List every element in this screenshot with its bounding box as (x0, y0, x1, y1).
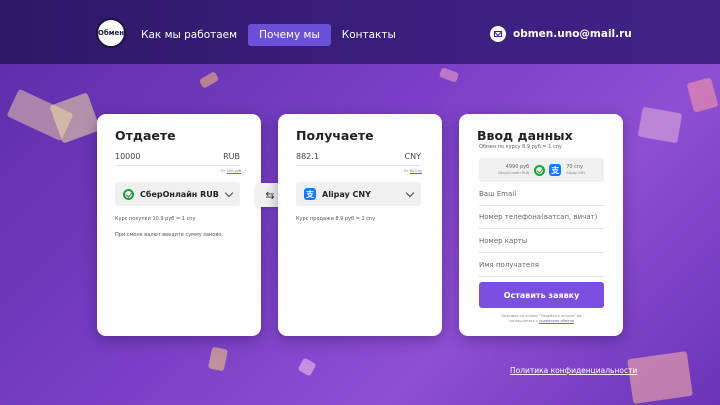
give-rate: Курс покупки 10.9 руб = 1 cny (115, 216, 196, 222)
form-subtitle: Обмен по курсу 8.9 руб = 1 cny (479, 144, 562, 150)
sber-icon (534, 164, 546, 176)
privacy-policy-link[interactable]: Политика конфиденциальности (510, 366, 637, 375)
receive-method-label: Alipay CNY (322, 189, 371, 199)
form-card: Ввод данных Обмен по курсу 8.9 руб = 1 c… (459, 114, 623, 336)
give-currency: RUB (223, 152, 240, 161)
phone-field[interactable]: Номер телефона(ватсап, вичат) (479, 213, 604, 229)
mail-icon (490, 26, 506, 42)
header-bar: Обмен Как мы работаем Почему мы Контакты… (0, 0, 720, 64)
background-decoration (198, 71, 220, 89)
give-min-link[interactable]: 100 руб (227, 169, 241, 173)
summary-give: 4990 руб СберОнлайн RUB (498, 164, 529, 176)
email-text: obmen.uno@mail.ru (513, 28, 632, 40)
alipay-icon: 支 (304, 188, 316, 200)
alipay-icon: 支 (549, 164, 562, 176)
summary-give-method: СберОнлайн RUB (497, 171, 530, 175)
give-amount-value: 10000 (115, 152, 141, 161)
give-title: Отдаете (115, 128, 176, 143)
nav-contacts[interactable]: Контакты (331, 24, 407, 46)
receive-min-link[interactable]: 80 Cny (410, 169, 422, 173)
background-decoration (686, 77, 719, 113)
chevron-down-icon (224, 188, 234, 197)
give-method-label: СберОнлайн RUB (140, 189, 219, 199)
logo-text: Обмен (97, 29, 125, 37)
summary-get-method: Alipay CNY (566, 171, 586, 175)
background-decoration (637, 106, 683, 144)
summary-get: 70 cny Alipay CNY (566, 164, 585, 176)
swap-icon: ⇆ (265, 188, 275, 202)
sber-icon (123, 188, 134, 200)
background-decoration (627, 351, 693, 404)
background-decoration (297, 357, 317, 377)
receive-title: Получаете (296, 128, 374, 143)
give-min-note: От 100 руб (221, 169, 241, 173)
give-card: Отдаете 10000 RUB От 100 руб СберОнлайн … (97, 114, 261, 336)
exchange-rules-link[interactable]: правилами обмена (539, 319, 574, 323)
submit-request-button[interactable]: Оставить заявку (479, 282, 604, 308)
chevron-down-icon (405, 188, 415, 197)
receive-min-note: От 80 Cny (404, 169, 422, 173)
give-amount-input[interactable]: 10000 RUB (115, 152, 240, 166)
main-nav: Как мы работаем Почему мы Контакты (130, 24, 407, 46)
recipient-name-field[interactable]: Имя получателя (479, 261, 604, 277)
receive-currency: CNY (404, 152, 421, 161)
receive-rate: Курс продажи 8.9 руб = 1 cny (296, 216, 376, 222)
contact-email[interactable]: obmen.uno@mail.ru (490, 26, 632, 42)
background-decoration (438, 67, 460, 83)
logo[interactable]: Обмен (96, 18, 126, 48)
receive-min-prefix: От (403, 169, 409, 173)
receive-amount-value: 882.1 (296, 152, 319, 161)
exchange-summary: 4990 руб СберОнлайн RUB 支 70 cny Alipay … (479, 158, 604, 182)
give-min-prefix: От (220, 169, 226, 173)
receive-card: Получаете 882.1 CNY От 80 Cny 支 Alipay C… (278, 114, 442, 336)
consent-note: Нажимая на кнопку "Перейти к оплате" вы … (489, 314, 594, 324)
email-field[interactable]: Ваш Email (479, 190, 604, 206)
card-number-field[interactable]: Номер карты (479, 237, 604, 253)
background-decoration (207, 346, 229, 372)
receive-amount-input[interactable]: 882.1 CNY (296, 152, 421, 166)
give-note: При смене валют введите сумму заново. (115, 232, 223, 238)
receive-method-select[interactable]: 支 Alipay CNY (296, 182, 421, 206)
nav-why-us[interactable]: Почему мы (248, 24, 331, 46)
nav-how-we-work[interactable]: Как мы работаем (130, 24, 248, 46)
form-title: Ввод данных (477, 128, 573, 143)
give-method-select[interactable]: СберОнлайн RUB (115, 182, 240, 206)
